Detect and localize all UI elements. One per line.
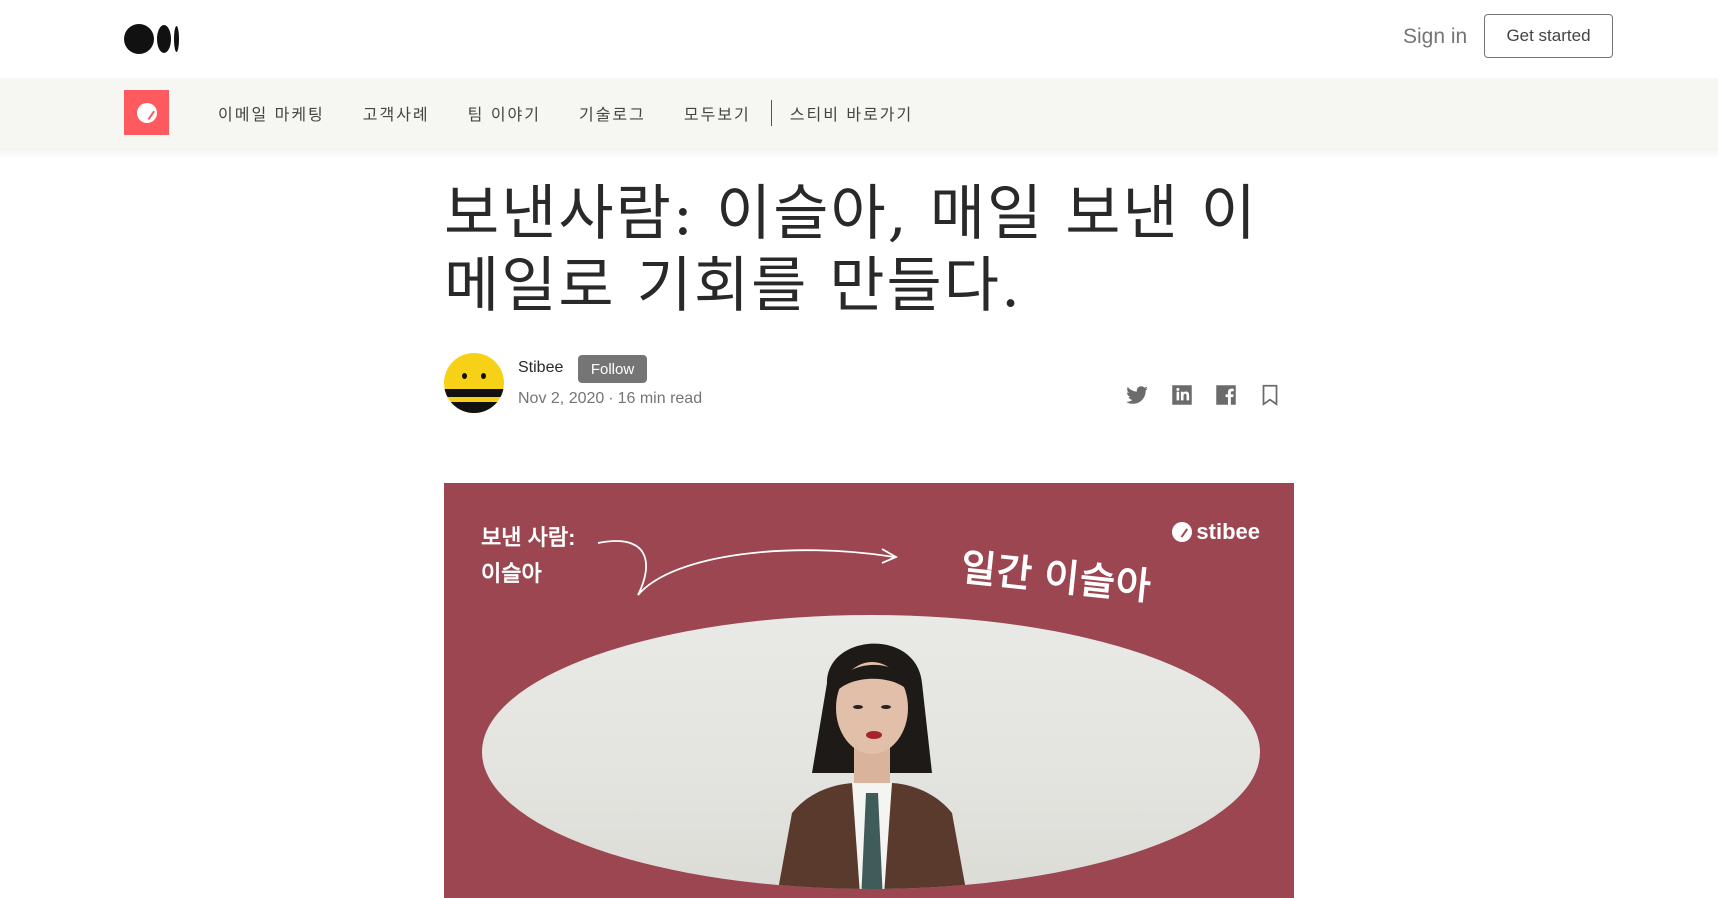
- hero-brand-text: stibee: [1196, 519, 1260, 544]
- sign-in-link[interactable]: Sign in: [1403, 25, 1467, 49]
- curved-arrow-icon: [597, 540, 899, 596]
- top-bar: Sign in Get started: [0, 0, 1718, 78]
- article-meta: Nov 2, 2020 · 16 min read: [518, 390, 702, 408]
- stibee-logo-icon: [1172, 522, 1193, 542]
- read-time: 16 min read: [617, 390, 703, 407]
- logo-ellipse-small: [174, 26, 179, 52]
- article-title: 보낸사람: 이슬아, 매일 보낸 이메일로 기회를 만들다.: [444, 179, 1258, 321]
- nav-shadow: [0, 148, 1718, 158]
- nav-item-team-stories[interactable]: 팀 이야기: [468, 101, 541, 125]
- hero-sender-line2: 이슬아: [481, 561, 542, 586]
- author-name[interactable]: Stibee: [518, 359, 563, 377]
- stibee-publication-logo[interactable]: [124, 90, 169, 135]
- avatar-eye-left: [462, 373, 467, 379]
- twitter-icon[interactable]: [1124, 382, 1150, 408]
- hero-headline: 일간 이슬아: [958, 547, 1154, 609]
- stibee-logo-icon: [136, 102, 157, 123]
- avatar-stripe: [444, 389, 504, 397]
- hero-brand: stibee: [1172, 519, 1260, 545]
- portrait-figure: [778, 643, 966, 889]
- publish-date: Nov 2, 2020: [518, 390, 605, 407]
- follow-button[interactable]: Follow: [578, 355, 647, 383]
- hero-image: 보낸 사람: 이슬아 stibee 일간 이슬아: [444, 483, 1294, 898]
- nav-divider: [770, 100, 772, 126]
- facebook-icon[interactable]: [1213, 382, 1239, 408]
- nav-item-customer-cases[interactable]: 고객사례: [363, 101, 430, 125]
- nav-item-view-all[interactable]: 모두보기: [684, 101, 751, 125]
- linkedin-icon[interactable]: [1169, 382, 1195, 408]
- nav-item-tech-log[interactable]: 기술로그: [579, 101, 646, 125]
- bookmark-icon[interactable]: [1257, 382, 1283, 408]
- medium-logo[interactable]: [124, 24, 179, 54]
- avatar-stripe: [444, 402, 504, 413]
- logo-ellipse-medium: [157, 25, 171, 53]
- publication-nav-items: 이메일 마케팅 고객사례 팀 이야기 기술로그 모두보기 스티비 바로가기: [218, 78, 951, 148]
- nav-item-go-to-stibee[interactable]: 스티비 바로가기: [790, 101, 914, 125]
- hero-photo-oval: [482, 615, 1260, 889]
- hero-sender-line1: 보낸 사람:: [481, 525, 576, 550]
- hero-sender-label: 보낸 사람: 이슬아: [481, 520, 575, 592]
- publication-nav: 이메일 마케팅 고객사례 팀 이야기 기술로그 모두보기 스티비 바로가기: [0, 78, 1718, 148]
- logo-circle-large: [124, 24, 154, 54]
- meta-separator: ·: [608, 390, 614, 407]
- nav-item-email-marketing[interactable]: 이메일 마케팅: [218, 101, 325, 125]
- get-started-button[interactable]: Get started: [1484, 14, 1613, 58]
- avatar-eye-right: [481, 373, 486, 379]
- author-avatar[interactable]: [444, 353, 504, 413]
